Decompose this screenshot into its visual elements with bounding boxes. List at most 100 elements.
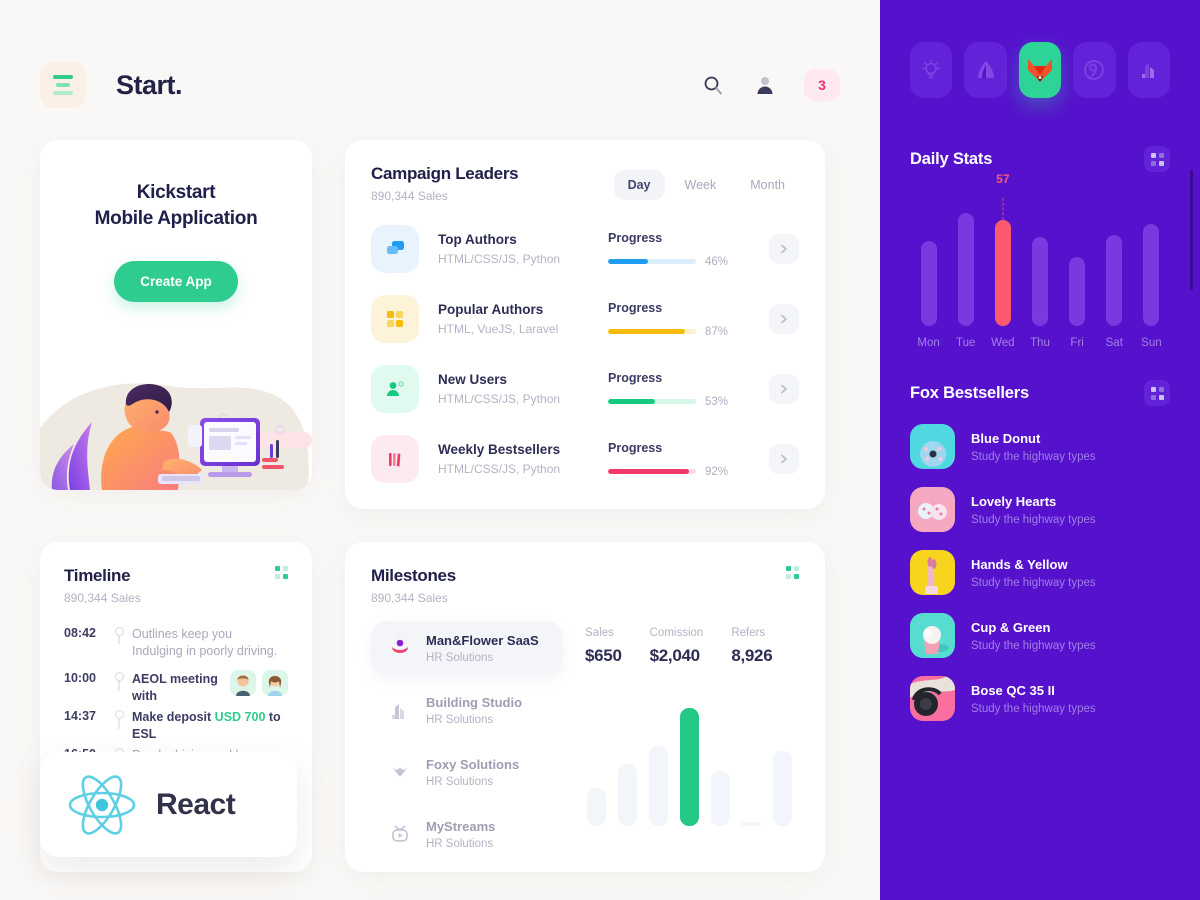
promo-title-line1: Kickstart (136, 182, 216, 203)
campaign-row-meta: New Users HTML/CSS/JS, Python (438, 372, 608, 406)
daily-bar-column (910, 196, 947, 326)
milestones-title: Milestones (371, 566, 456, 585)
daily-axis-label: Sun (1141, 337, 1162, 349)
campaign-subtitle: 890,344 Sales (371, 189, 448, 203)
timeline-item[interactable]: 14:37 Make deposit USD 700 to ESL (64, 708, 288, 746)
campaign-row-progress: Progress 87% (608, 301, 758, 338)
campaign-row[interactable]: Popular Authors HTML, VueJS, Laravel Pro… (371, 295, 799, 343)
daily-bar-column: 57 (984, 172, 1021, 326)
timeline-time: 10:00 (64, 671, 96, 685)
progress-fill (608, 399, 655, 404)
timeline-text-before: Make deposit (132, 710, 215, 724)
grid-dots-icon[interactable] (786, 566, 799, 579)
bestseller-item[interactable]: Hands & Yellow Study the highway types (910, 550, 1170, 595)
bestsellers-header: Fox Bestsellers (910, 380, 1170, 406)
promo-title-line2: Mobile Application (94, 208, 258, 229)
grid-dots-icon[interactable] (1144, 380, 1170, 406)
milestones-bar (587, 788, 606, 826)
milestone-company-name: MyStreams (426, 818, 496, 834)
milestones-bar (711, 771, 730, 826)
milestones-bar (618, 764, 637, 826)
milestones-subtitle: 890,344 Sales (371, 591, 448, 605)
notification-badge[interactable]: 3 (804, 69, 840, 101)
daily-bar (1069, 257, 1086, 326)
campaign-row-progress: Progress 53% (608, 371, 758, 408)
milestone-stat: Comission $2,040 (650, 627, 704, 666)
campaign-row-meta: Weekly Bestsellers HTML/CSS/JS, Python (438, 442, 608, 476)
daily-bars: 57 (910, 172, 1170, 326)
building-icon[interactable] (1127, 42, 1171, 98)
hamburger-menu-icon[interactable] (40, 62, 86, 108)
dashboard-root: Start. 3 Kickstart Mobile Application Cr… (0, 0, 1200, 900)
timeline-item[interactable]: 08:42 Outlines keep you Indulging in poo… (64, 625, 288, 670)
campaign-row-name: New Users (438, 372, 508, 387)
timeline-avatars (230, 670, 288, 696)
campaign-leaders-card: Campaign Leaders 890,344 Sales Day Week … (345, 140, 825, 509)
avatar (262, 670, 288, 696)
app-switcher (910, 42, 1171, 98)
milestone-company-row[interactable]: Building Studio HR Solutions (371, 683, 571, 737)
promo-title: Kickstart Mobile Application (64, 180, 288, 232)
daily-peak-connector (1002, 198, 1004, 221)
daily-bar-column (947, 196, 984, 326)
tab-day[interactable]: Day (613, 170, 665, 200)
chevron-right-icon[interactable] (769, 234, 799, 264)
daily-bar (1143, 223, 1160, 326)
milestones-bar (773, 751, 792, 826)
bestseller-item[interactable]: Blue Donut Study the highway types (910, 424, 1170, 469)
milestone-company-row[interactable]: MyStreams HR Solutions (371, 807, 571, 861)
progress-percent: 92% (705, 465, 729, 478)
daily-bar (957, 212, 974, 326)
daily-bar (920, 240, 937, 326)
nine-circle-icon[interactable] (1073, 42, 1116, 98)
campaign-row[interactable]: New Users HTML/CSS/JS, Python Progress 5… (371, 365, 799, 413)
lightbulb-icon[interactable] (910, 42, 953, 98)
progress-label: Progress (608, 230, 663, 245)
daily-axis-label: Mon (917, 337, 940, 349)
progress-track (608, 399, 696, 404)
campaign-row-name: Weekly Bestsellers (438, 442, 561, 457)
milestone-company-name: Man&Flower SaaS (426, 632, 539, 648)
milestone-company-name: Foxy Solutions (426, 756, 520, 772)
bestseller-item[interactable]: Lovely Hearts Study the highway types (910, 487, 1170, 532)
books-icon (371, 435, 419, 483)
user-avatar-icon[interactable] (752, 72, 778, 98)
bestseller-item[interactable]: Cup & Green Study the highway types (910, 613, 1170, 658)
milestone-company-row[interactable]: Foxy Solutions HR Solutions (371, 745, 571, 799)
bestseller-sub: Study the highway types (971, 450, 1096, 463)
building-icon (387, 699, 413, 721)
milestone-company-meta: Foxy Solutions HR Solutions (426, 757, 519, 788)
progress-label: Progress (608, 440, 663, 455)
bestseller-item[interactable]: Bose QC 35 II Study the highway types (910, 676, 1170, 721)
chevron-right-icon[interactable] (769, 304, 799, 334)
arch-logo-icon[interactable] (964, 42, 1007, 98)
grid-dots-icon[interactable] (1144, 146, 1170, 172)
campaign-row[interactable]: Top Authors HTML/CSS/JS, Python Progress… (371, 225, 799, 273)
tab-month[interactable]: Month (736, 170, 799, 200)
lovely-hearts-thumb (910, 487, 955, 532)
tv-play-icon (387, 823, 413, 845)
fox-icon[interactable] (1018, 42, 1062, 98)
chevron-right-icon[interactable] (769, 374, 799, 404)
progress-fill (608, 259, 649, 264)
milestone-company-row[interactable]: Man&Flower SaaS HR Solutions (371, 621, 563, 675)
bestseller-name: Bose QC 35 II (971, 682, 1055, 698)
campaign-row-tech: HTML, VueJS, Laravel (438, 322, 559, 336)
campaign-row[interactable]: Weekly Bestsellers HTML/CSS/JS, Python P… (371, 435, 799, 483)
create-app-button[interactable]: Create App (114, 261, 238, 302)
tab-week[interactable]: Week (671, 170, 731, 200)
chevron-right-icon[interactable] (769, 444, 799, 474)
daily-stats-chart: 57 Mon Tue Wed Thu Fri Sat Sun (910, 172, 1170, 349)
search-icon[interactable] (700, 72, 726, 98)
milestones-bar (742, 822, 761, 826)
grid-dots-icon[interactable] (275, 566, 288, 579)
daily-bar (994, 220, 1011, 326)
flower-logo-icon (387, 637, 413, 659)
sidebar-scrollbar[interactable] (1190, 170, 1193, 290)
bestseller-name: Cup & Green (971, 619, 1051, 635)
timeline-time: 14:37 (64, 709, 96, 723)
react-overlay-card[interactable]: React (40, 752, 297, 857)
timeline-item[interactable]: 10:00 AEOL meeting with (64, 670, 288, 708)
daily-peak-label: 57 (996, 172, 1010, 187)
daily-bar-column (1059, 196, 1096, 326)
